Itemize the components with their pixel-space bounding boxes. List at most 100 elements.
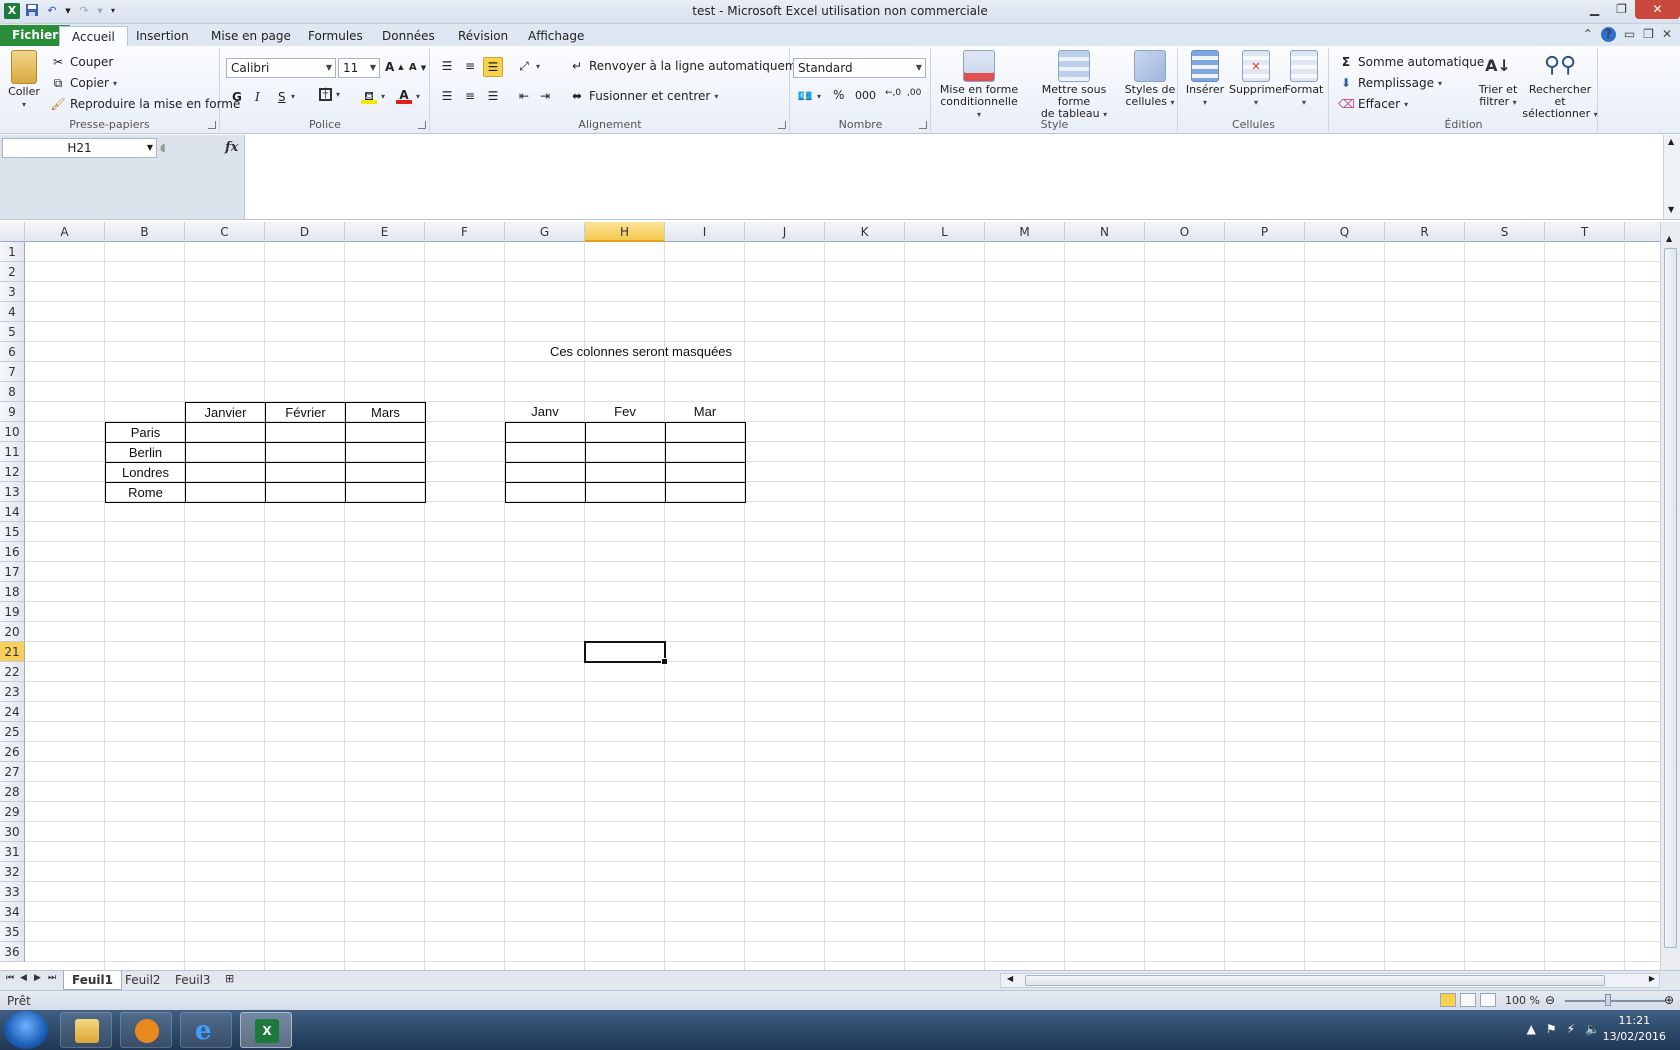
zoom-slider-thumb[interactable] xyxy=(1605,994,1611,1006)
last-sheet-icon[interactable]: ⏭ xyxy=(48,973,56,983)
column-header[interactable]: K xyxy=(825,222,905,242)
table1-header-jan[interactable]: Janvier xyxy=(185,402,266,423)
table1-header-feb[interactable]: Février xyxy=(265,402,346,423)
taskbar-excel[interactable]: X xyxy=(240,1012,292,1048)
align-right-icon[interactable]: ☰ xyxy=(485,88,501,104)
taskbar-media-player[interactable] xyxy=(120,1012,172,1048)
table-cell[interactable] xyxy=(665,442,746,463)
borders-button[interactable]: ┼ ▾ xyxy=(319,88,340,101)
increase-decimal-icon[interactable]: ←,0 xyxy=(885,88,901,98)
select-all-corner[interactable] xyxy=(0,222,25,242)
minimize-icon[interactable]: ▁ xyxy=(1581,0,1608,19)
column-header[interactable]: G xyxy=(505,222,585,242)
workbook-restore-icon[interactable]: ❐ xyxy=(1643,27,1654,42)
restore-icon[interactable]: ❐ xyxy=(1608,0,1635,19)
row-header[interactable]: 34 xyxy=(0,902,25,922)
autosum-button[interactable]: Σ Somme automatique ▾ xyxy=(1338,54,1492,70)
table2-header-janv[interactable]: Janv xyxy=(505,402,585,422)
taskbar-explorer[interactable] xyxy=(60,1012,112,1048)
tab-view[interactable]: Affichage xyxy=(516,26,596,46)
underline-dropdown-icon[interactable]: ▾ xyxy=(291,92,295,101)
copy-button[interactable]: ⧉ Copier ▾ xyxy=(50,75,117,91)
start-button-icon[interactable] xyxy=(4,1011,48,1049)
table-cell[interactable] xyxy=(665,462,746,483)
table1-city-paris[interactable]: Paris xyxy=(105,422,186,443)
table-cell[interactable] xyxy=(265,462,346,483)
table-cell[interactable] xyxy=(345,462,426,483)
row-header[interactable]: 22 xyxy=(0,662,25,682)
table-cell[interactable] xyxy=(265,442,346,463)
table-cell[interactable] xyxy=(345,422,426,443)
column-header[interactable]: B xyxy=(105,222,185,242)
table-cell[interactable] xyxy=(585,442,666,463)
zoom-in-icon[interactable]: ⊕ xyxy=(1664,993,1674,1007)
network-icon[interactable]: ⚡ xyxy=(1567,1022,1575,1036)
increase-font-icon[interactable]: A ▲ xyxy=(385,60,404,74)
font-color-button[interactable]: A ▾ xyxy=(396,88,420,104)
row-header[interactable]: 20 xyxy=(0,622,25,642)
scroll-up-icon[interactable]: ▲ xyxy=(1666,234,1672,243)
table-cell[interactable] xyxy=(345,442,426,463)
orientation-icon[interactable]: ⤢ ▾ xyxy=(516,58,540,74)
page-break-view-icon[interactable] xyxy=(1480,993,1496,1007)
table2-header-mar[interactable]: Mar xyxy=(665,402,745,422)
workbook-minimize-icon[interactable]: ▭ xyxy=(1624,27,1635,42)
column-header[interactable]: S xyxy=(1465,222,1545,242)
taskbar-internet-explorer[interactable]: e xyxy=(180,1012,232,1048)
table-cell[interactable] xyxy=(585,422,666,443)
italic-button[interactable]: I xyxy=(255,90,260,104)
column-header[interactable]: P xyxy=(1225,222,1305,242)
column-header[interactable]: D xyxy=(265,222,345,242)
column-header[interactable]: O xyxy=(1145,222,1225,242)
alignment-launcher-icon[interactable] xyxy=(778,121,786,129)
table1-city-berlin[interactable]: Berlin xyxy=(105,442,186,463)
table-cell[interactable] xyxy=(665,422,746,443)
table-cell[interactable] xyxy=(185,422,266,443)
font-launcher-icon[interactable] xyxy=(418,121,426,129)
row-header[interactable]: 12 xyxy=(0,462,25,482)
insert-sheet-icon[interactable]: ⊞ xyxy=(225,972,234,985)
taskbar-clock[interactable]: 11:21 13/02/2016 xyxy=(1603,1013,1666,1045)
row-header[interactable]: 24 xyxy=(0,702,25,722)
row-header[interactable]: 5 xyxy=(0,322,25,342)
number-launcher-icon[interactable] xyxy=(919,121,927,129)
scroll-right-icon[interactable]: ▶ xyxy=(1649,974,1655,983)
table-cell[interactable] xyxy=(185,462,266,483)
row-header[interactable]: 13 xyxy=(0,482,25,502)
row-header[interactable]: 29 xyxy=(0,802,25,822)
find-select-button[interactable]: ⚲⚲ Rechercher et sélectionner ▾ xyxy=(1522,50,1598,121)
sort-filter-button[interactable]: A↓ Trier et filtrer ▾ xyxy=(1474,50,1522,109)
next-sheet-icon[interactable]: ▶ xyxy=(34,973,41,983)
row-header[interactable]: 6 xyxy=(0,342,25,362)
row-header[interactable]: 26 xyxy=(0,742,25,762)
column-header[interactable]: L xyxy=(905,222,985,242)
fill-button[interactable]: ⬇ Remplissage ▾ xyxy=(1338,75,1442,91)
active-cell[interactable] xyxy=(584,641,668,665)
clipboard-launcher-icon[interactable] xyxy=(208,121,216,129)
row-header[interactable]: 18 xyxy=(0,582,25,602)
table-cell[interactable] xyxy=(185,442,266,463)
clear-button[interactable]: ⌫ Effacer ▾ xyxy=(1338,96,1408,112)
table-cell[interactable] xyxy=(585,482,666,503)
paste-button[interactable]: Coller ▾ xyxy=(4,50,44,111)
delete-cells-button[interactable]: ✕ Supprimer ▾ xyxy=(1229,50,1287,109)
row-header[interactable]: 30 xyxy=(0,822,25,842)
table-cell[interactable] xyxy=(505,442,586,463)
tab-data[interactable]: Données xyxy=(370,26,447,46)
column-header[interactable]: A xyxy=(25,222,105,242)
insert-function-icon[interactable]: fx xyxy=(225,140,238,155)
zoom-slider[interactable] xyxy=(1565,1000,1665,1002)
merge-center-button[interactable]: ⬌ Fusionner et centrer ▾ xyxy=(569,88,718,104)
row-header[interactable]: 35 xyxy=(0,922,25,942)
decrease-font-icon[interactable]: A ▼ xyxy=(409,62,426,73)
workbook-close-icon[interactable]: ✕ xyxy=(1662,27,1672,42)
align-bottom-icon[interactable]: ☰ xyxy=(483,57,503,77)
row-header[interactable]: 36 xyxy=(0,942,25,962)
prev-sheet-icon[interactable]: ◀ xyxy=(20,973,27,983)
row-header[interactable]: 16 xyxy=(0,542,25,562)
percent-button[interactable]: % xyxy=(833,88,844,102)
volume-icon[interactable]: 🔈 xyxy=(1585,1022,1600,1036)
row-header[interactable]: 31 xyxy=(0,842,25,862)
column-header[interactable]: R xyxy=(1385,222,1465,242)
row-header[interactable]: 17 xyxy=(0,562,25,582)
